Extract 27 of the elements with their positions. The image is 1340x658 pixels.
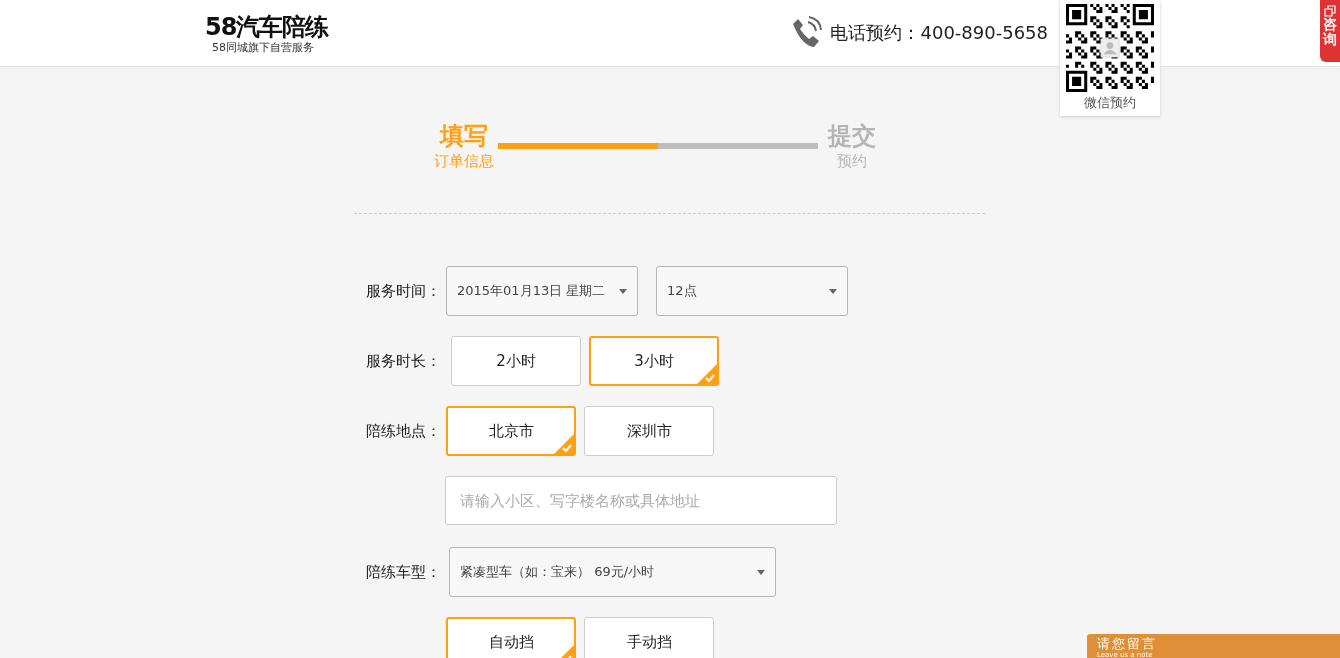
caret-icon [619, 288, 627, 294]
address-input-field[interactable]: 请输入小区、写字楼名称或具体地址 [445, 476, 837, 525]
option-button[interactable]: 自动挡 [446, 617, 576, 658]
dropdown-select[interactable]: 紧凑型车（如：宝来） 69元/小时 [449, 547, 776, 597]
dropdown-select[interactable]: 12点 [656, 266, 848, 316]
field-label: 服务时间： [366, 281, 441, 300]
checkmark-icon [697, 364, 717, 384]
step: 填写 订单信息 [430, 121, 498, 171]
field-label: 陪练地点： [366, 421, 441, 440]
caret-icon [829, 288, 837, 294]
option-button[interactable]: 北京市 [446, 406, 576, 456]
phone-booking-text: 电话预约：400-890-5658 [830, 21, 1048, 45]
option-button[interactable]: 2小时 [451, 336, 581, 386]
window-icon [1324, 5, 1336, 17]
site-logo[interactable]: 58汽车陪练 [205, 12, 329, 41]
caret-icon [757, 569, 765, 575]
logo-tagline: 58同城旗下自营服务 [212, 40, 314, 54]
checkmark-icon [554, 434, 574, 454]
consult-tab[interactable]: 咨询 [1320, 0, 1340, 62]
qr-caption: 微信预约 [1084, 94, 1136, 112]
dropdown-select[interactable]: 2015年01月13日 星期二 [446, 266, 638, 316]
field-label: 服务时长： [366, 351, 441, 370]
option-button[interactable]: 深圳市 [584, 406, 714, 456]
field-label: 陪练车型： [366, 562, 441, 581]
option-button[interactable]: 3小时 [589, 336, 719, 386]
option-button[interactable]: 手动挡 [584, 617, 714, 658]
step: 提交 预约 [818, 121, 886, 171]
